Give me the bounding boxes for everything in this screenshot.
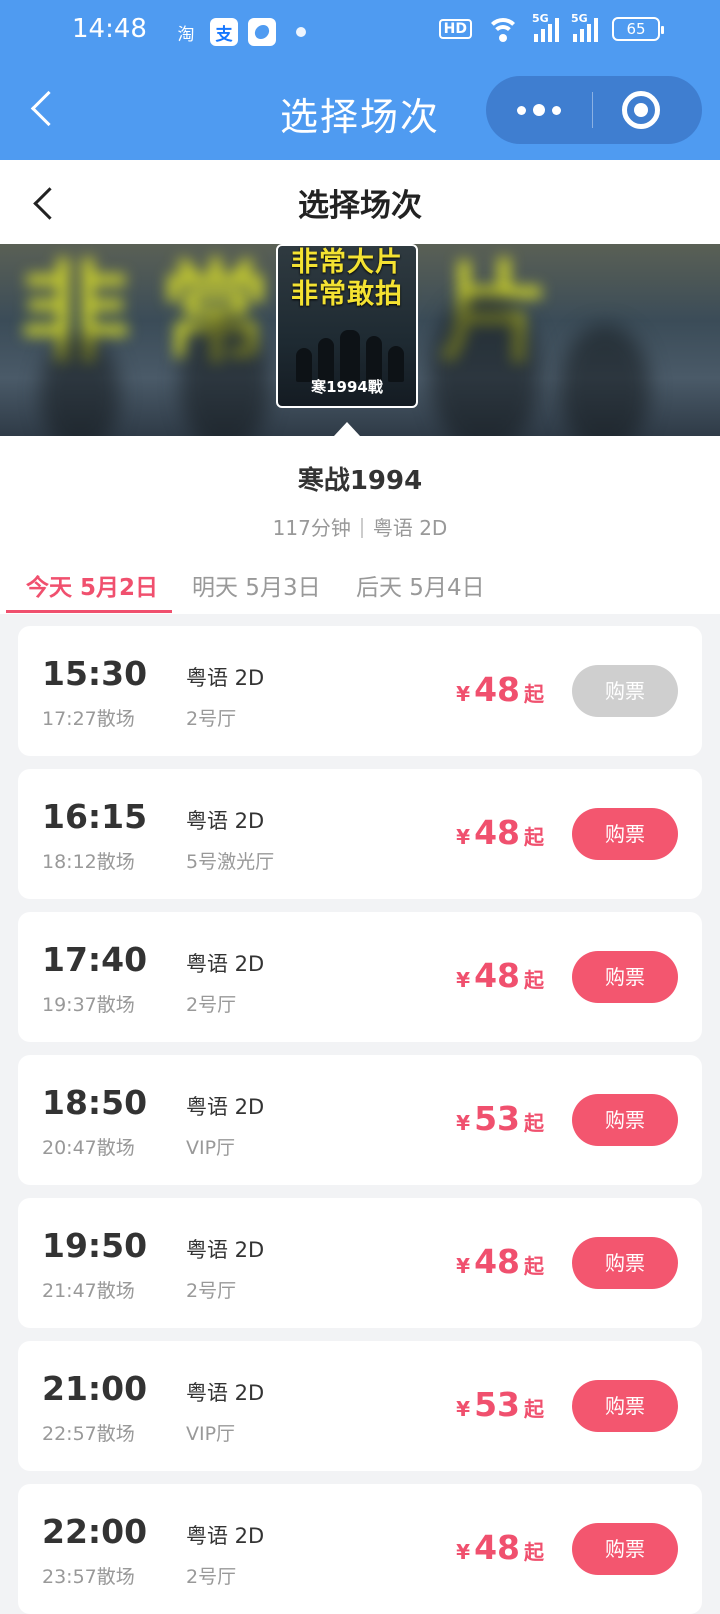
capsule-menu bbox=[486, 76, 702, 144]
session-language: 粤语 2D bbox=[186, 666, 265, 690]
session-card[interactable]: 21:00 22:57散场 粤语 2D VIP厅 ¥53 起 购票 bbox=[18, 1341, 702, 1471]
wifi-icon bbox=[486, 16, 520, 42]
movie-title: 寒战1994 bbox=[297, 466, 423, 496]
start-time: 22:00 bbox=[42, 1512, 148, 1551]
buy-ticket-button[interactable]: 购票 bbox=[572, 1380, 678, 1432]
buy-ticket-button[interactable]: 购票 bbox=[572, 665, 678, 717]
end-time: 22:57散场 bbox=[42, 1423, 135, 1445]
session-card[interactable]: 18:50 20:47散场 粤语 2D VIP厅 ¥53 起 购票 bbox=[18, 1055, 702, 1185]
end-time: 21:47散场 bbox=[42, 1280, 135, 1302]
session-hall: VIP厅 bbox=[186, 1423, 236, 1445]
close-mini-program-icon[interactable] bbox=[622, 91, 660, 129]
session-language: 粤语 2D bbox=[186, 1381, 265, 1405]
signal-label: 5G bbox=[532, 12, 549, 25]
movie-meta: 117分钟 粤语 2D bbox=[0, 512, 720, 541]
session-price: ¥53 起 bbox=[456, 1099, 544, 1138]
session-price: ¥48 起 bbox=[456, 813, 544, 852]
active-tab-indicator bbox=[6, 610, 172, 613]
session-hall: VIP厅 bbox=[186, 1137, 236, 1159]
poster-tagline: 非常敢拍 bbox=[291, 279, 403, 310]
session-language: 粤语 2D bbox=[186, 952, 265, 976]
tab-tomorrow[interactable]: 明天 5月3日 bbox=[192, 568, 321, 602]
end-time: 19:37散场 bbox=[42, 994, 135, 1016]
session-price: ¥48 起 bbox=[456, 956, 544, 995]
buy-ticket-button[interactable]: 购票 bbox=[572, 1523, 678, 1575]
start-time: 16:15 bbox=[42, 797, 148, 836]
page-header: 选择场次 bbox=[0, 160, 720, 244]
movie-format: 粤语 2D bbox=[372, 516, 448, 540]
more-icon[interactable] bbox=[486, 76, 592, 144]
session-card[interactable]: 16:15 18:12散场 粤语 2D 5号激光厅 ¥48 起 购票 bbox=[18, 769, 702, 899]
start-time: 18:50 bbox=[42, 1083, 148, 1122]
session-price: ¥48 起 bbox=[456, 1528, 544, 1567]
session-hall: 2号厅 bbox=[186, 708, 237, 730]
notification-dot-icon bbox=[296, 27, 306, 37]
poster-pointer bbox=[334, 422, 360, 436]
start-time: 19:50 bbox=[42, 1226, 148, 1265]
session-hall: 2号厅 bbox=[186, 994, 237, 1016]
session-card[interactable]: 15:30 17:27散场 粤语 2D 2号厅 ¥48 起 购票 bbox=[18, 626, 702, 756]
status-indicators: HD 5G 5G 65 bbox=[438, 12, 664, 42]
session-price: ¥53 起 bbox=[456, 1385, 544, 1424]
capsule-divider bbox=[592, 92, 593, 128]
end-time: 18:12散场 bbox=[42, 851, 135, 873]
signal-label: 5G bbox=[571, 12, 588, 25]
movie-poster[interactable]: 非常大片 非常敢拍 寒1994戰 bbox=[276, 244, 418, 408]
date-tabs: 今天 5月2日 明天 5月3日 后天 5月4日 bbox=[0, 548, 720, 614]
session-language: 粤语 2D bbox=[186, 1238, 265, 1262]
battery-icon: 65 bbox=[612, 17, 664, 41]
tab-day-after[interactable]: 后天 5月4日 bbox=[356, 568, 485, 602]
app-notification-icon bbox=[248, 18, 276, 46]
taobao-app-icon: 淘 bbox=[177, 24, 195, 45]
session-card[interactable]: 17:40 19:37散场 粤语 2D 2号厅 ¥48 起 购票 bbox=[18, 912, 702, 1042]
session-hall: 5号激光厅 bbox=[186, 851, 275, 873]
session-card[interactable]: 22:00 23:57散场 粤语 2D 2号厅 ¥48 起 购票 bbox=[18, 1484, 702, 1614]
movie-info: 寒战1994 117分钟 粤语 2D 今天 5月2日 明天 5月3日 后天 5月4… bbox=[0, 436, 720, 614]
start-time: 17:40 bbox=[42, 940, 148, 979]
session-hall: 2号厅 bbox=[186, 1280, 237, 1302]
status-time: 14:48 bbox=[72, 14, 147, 44]
signal-icon: 5G bbox=[571, 12, 598, 42]
start-time: 15:30 bbox=[42, 654, 148, 693]
session-language: 粤语 2D bbox=[186, 1095, 265, 1119]
status-bar: 14:48 淘 支 HD 5G 5G 65 bbox=[0, 0, 720, 64]
banner-figure bbox=[560, 324, 650, 436]
session-card[interactable]: 19:50 21:47散场 粤语 2D 2号厅 ¥48 起 购票 bbox=[18, 1198, 702, 1328]
buy-ticket-button[interactable]: 购票 bbox=[572, 808, 678, 860]
end-time: 20:47散场 bbox=[42, 1137, 135, 1159]
buy-ticket-button[interactable]: 购票 bbox=[572, 1094, 678, 1146]
session-language: 粤语 2D bbox=[186, 809, 265, 833]
tab-today[interactable]: 今天 5月2日 bbox=[26, 568, 158, 602]
session-price: ¥48 起 bbox=[456, 1242, 544, 1281]
session-price: ¥48 起 bbox=[456, 670, 544, 709]
buy-ticket-button[interactable]: 购票 bbox=[572, 1237, 678, 1289]
session-hall: 2号厅 bbox=[186, 1566, 237, 1588]
signal-icon: 5G bbox=[532, 12, 559, 42]
start-time: 21:00 bbox=[42, 1369, 148, 1408]
buy-ticket-button[interactable]: 购票 bbox=[572, 951, 678, 1003]
meta-divider bbox=[360, 518, 363, 538]
page-title: 选择场次 bbox=[298, 188, 422, 224]
poster-logo: 寒1994戰 bbox=[311, 378, 383, 396]
poster-characters bbox=[288, 330, 408, 382]
end-time: 23:57散场 bbox=[42, 1566, 135, 1588]
end-time: 17:27散场 bbox=[42, 708, 135, 730]
alipay-app-icon: 支 bbox=[210, 18, 238, 46]
hd-voice-icon: HD bbox=[438, 19, 472, 39]
movie-duration: 117分钟 bbox=[272, 516, 351, 540]
session-language: 粤语 2D bbox=[186, 1524, 265, 1548]
